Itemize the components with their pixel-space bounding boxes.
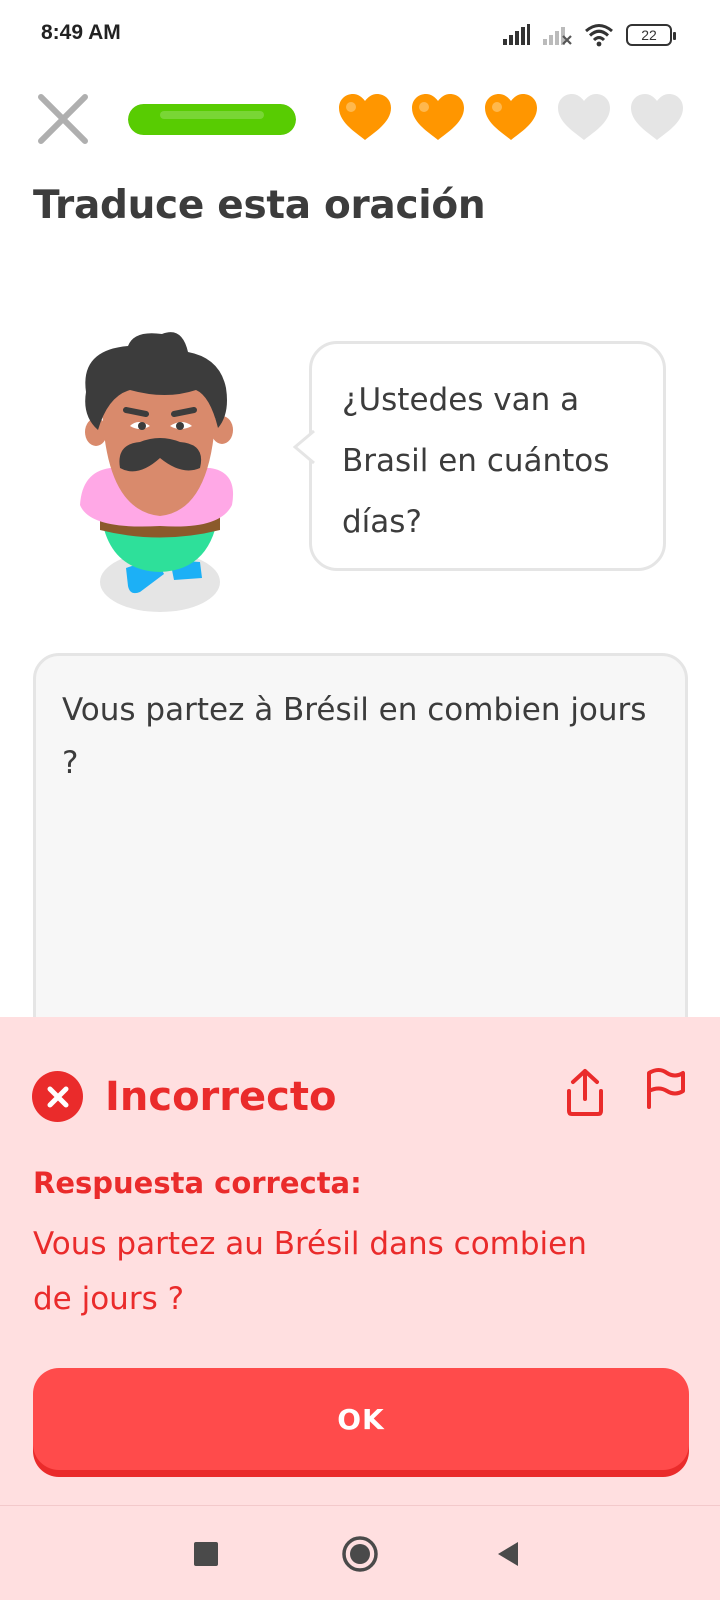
progress-shine	[160, 111, 264, 119]
lesson-progress-bar	[128, 104, 296, 135]
report-button[interactable]	[643, 1065, 687, 1115]
progress-fill	[128, 104, 296, 135]
heart-empty-icon	[631, 94, 683, 140]
bubble-tail	[293, 430, 315, 464]
share-button[interactable]	[563, 1067, 607, 1117]
close-button[interactable]	[36, 92, 90, 146]
incorrect-icon	[32, 1071, 83, 1122]
hearts	[337, 92, 685, 142]
status-icons: 22	[502, 22, 676, 48]
feedback-header: Incorrecto	[32, 1071, 336, 1122]
recents-icon	[194, 1542, 218, 1566]
heart-full-icon	[412, 94, 464, 140]
wifi-icon	[585, 24, 613, 47]
back-button[interactable]	[486, 1532, 530, 1576]
home-button[interactable]	[338, 1532, 382, 1576]
answer-textarea[interactable]: Vous partez à Brésil en combien jours ?	[33, 653, 688, 1073]
answer-text: Vous partez à Brésil en combien jours ?	[62, 692, 647, 781]
speech-bubble: ¿Ustedes van a Brasil en cuántos días?	[293, 341, 666, 571]
heart-full-icon	[485, 94, 537, 140]
signal-off-icon	[543, 27, 572, 45]
share-icon	[567, 1069, 603, 1116]
status-bar: 8:49 AM 22	[0, 0, 720, 70]
close-icon	[38, 94, 88, 144]
heart-empty-icon	[558, 94, 610, 140]
signal-icon	[503, 24, 530, 45]
battery-icon: 22	[626, 24, 676, 46]
recents-button[interactable]	[184, 1532, 228, 1576]
feedback-status: Incorrecto	[105, 1073, 337, 1120]
prompt-sentence: ¿Ustedes van a Brasil en cuántos días?	[342, 382, 610, 540]
character-avatar	[80, 332, 234, 612]
heart-full-icon	[339, 94, 391, 140]
status-time: 8:49 AM	[41, 21, 121, 44]
back-icon	[498, 1542, 518, 1566]
page-title: Traduce esta oración	[33, 183, 486, 228]
navigation-bar	[0, 1505, 720, 1600]
home-icon	[342, 1536, 378, 1572]
correct-answer-text: Vous partez au Brésil dans combien de jo…	[33, 1226, 587, 1317]
correct-answer-label: Respuesta correcta:	[33, 1166, 362, 1200]
ok-button[interactable]: OK	[33, 1368, 689, 1470]
flag-icon	[647, 1068, 685, 1109]
